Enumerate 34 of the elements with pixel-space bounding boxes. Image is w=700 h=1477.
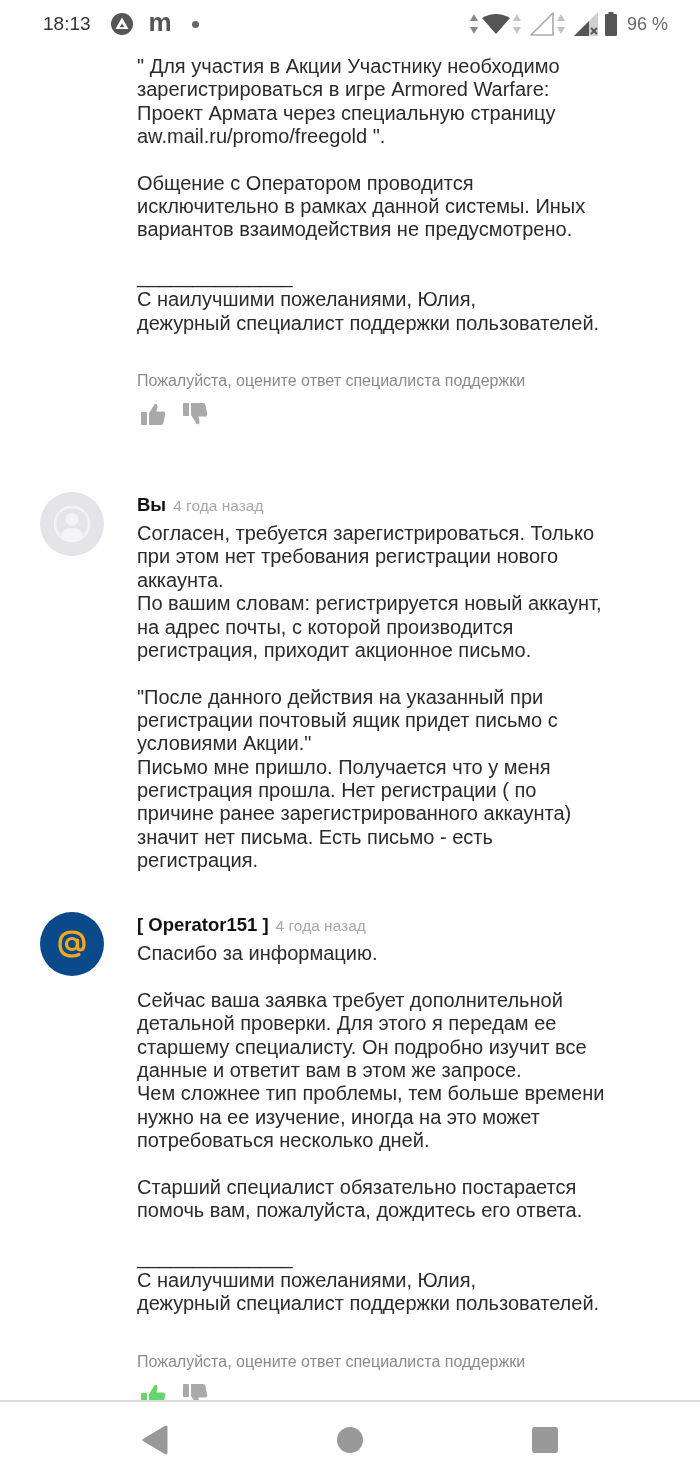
at-sign-avatar-icon — [40, 911, 104, 976]
status-time: 18:13 — [43, 13, 91, 35]
app-logo: m — [148, 9, 172, 35]
wifi-icon — [481, 14, 510, 34]
no-signal-icon — [573, 12, 598, 36]
recents-icon[interactable] — [532, 1426, 559, 1453]
home-icon[interactable] — [337, 1426, 363, 1453]
data-arrows-icon — [512, 14, 521, 34]
thumbs-down-icon[interactable] — [183, 402, 208, 427]
notification-dot-icon — [191, 20, 199, 28]
message-paragraph: " Для участия в Акции Участнику необходимо зарегистрироваться в игре Armored Warfare: Проект Армата через специальную страницу aw.mail.ru/promo/freegold ". — [137, 55, 560, 149]
data-arrows-icon — [556, 14, 565, 34]
rating-prompt: Пожалуйста, оцените ответ специалиста поддержки — [137, 371, 526, 392]
thumbs-up-icon[interactable] — [141, 402, 166, 427]
person-avatar-icon — [40, 491, 104, 556]
battery-percent: 96 % — [626, 13, 668, 35]
battery-icon — [604, 12, 617, 36]
back-icon[interactable] — [141, 1424, 168, 1455]
thumbs-down-icon[interactable] — [183, 1382, 208, 1400]
signal-icon — [529, 12, 554, 36]
signature: ______________ С наилучшими пожеланиями, Юлия, дежурный специалист поддержки пользователей. — [137, 1245, 600, 1316]
author-name: [ Operator151 ] — [137, 912, 269, 937]
author-name: Вы — [137, 492, 167, 517]
rating-prompt: Пожалуйста, оцените ответ специалиста поддержки — [137, 1351, 526, 1372]
message-paragraph: Спасибо за информацию. — [137, 942, 378, 966]
message-paragraph: "После данного действия на указанный при регистрации почтовый ящик придет письмо с условиями Акции." Письмо мне пришло. Получается что у меня регистрация прошла. Нет регистрации ( по причине ранее зарегистрированного аккаунта) значит нет письма. Есть письмо - есть регистрация. — [137, 685, 572, 873]
message-paragraph: Сейчас ваша заявка требует дополнительной детальной проверки. Для этого я передам ее старшему специалисту. Он подробно изучит все данные и ответит вам в этом же запросе. Чем сложнее тип проблемы, тем больше времени нужно на ее изучение, иногда на это может потребоваться несколько дней. — [137, 988, 605, 1153]
message-paragraph: Общение с Оператором проводится исключительно в рамках данной системы. Иных вариантов взаимодействия не предусмотрено. — [137, 171, 586, 242]
message-time: 4 года назад — [275, 915, 366, 936]
message-time: 4 года назад — [173, 495, 264, 516]
data-arrows-icon — [469, 14, 478, 34]
message-paragraph: Согласен, требуется зарегистрироваться. Только при этом нет требования регистрации нового аккаунта. По вашим словам: регистрируется новый аккаунт, на адрес почты, с которой производится регистрация, приходит акционное письмо. — [137, 522, 602, 663]
signature: ______________ С наилучшими пожеланиями, Юлия, дежурный специалист поддержки пользователей. — [137, 265, 600, 336]
message-paragraph: Старший специалист обязательно постарается помочь вам, пожалуйста, дождитесь его ответа. — [137, 1175, 583, 1223]
